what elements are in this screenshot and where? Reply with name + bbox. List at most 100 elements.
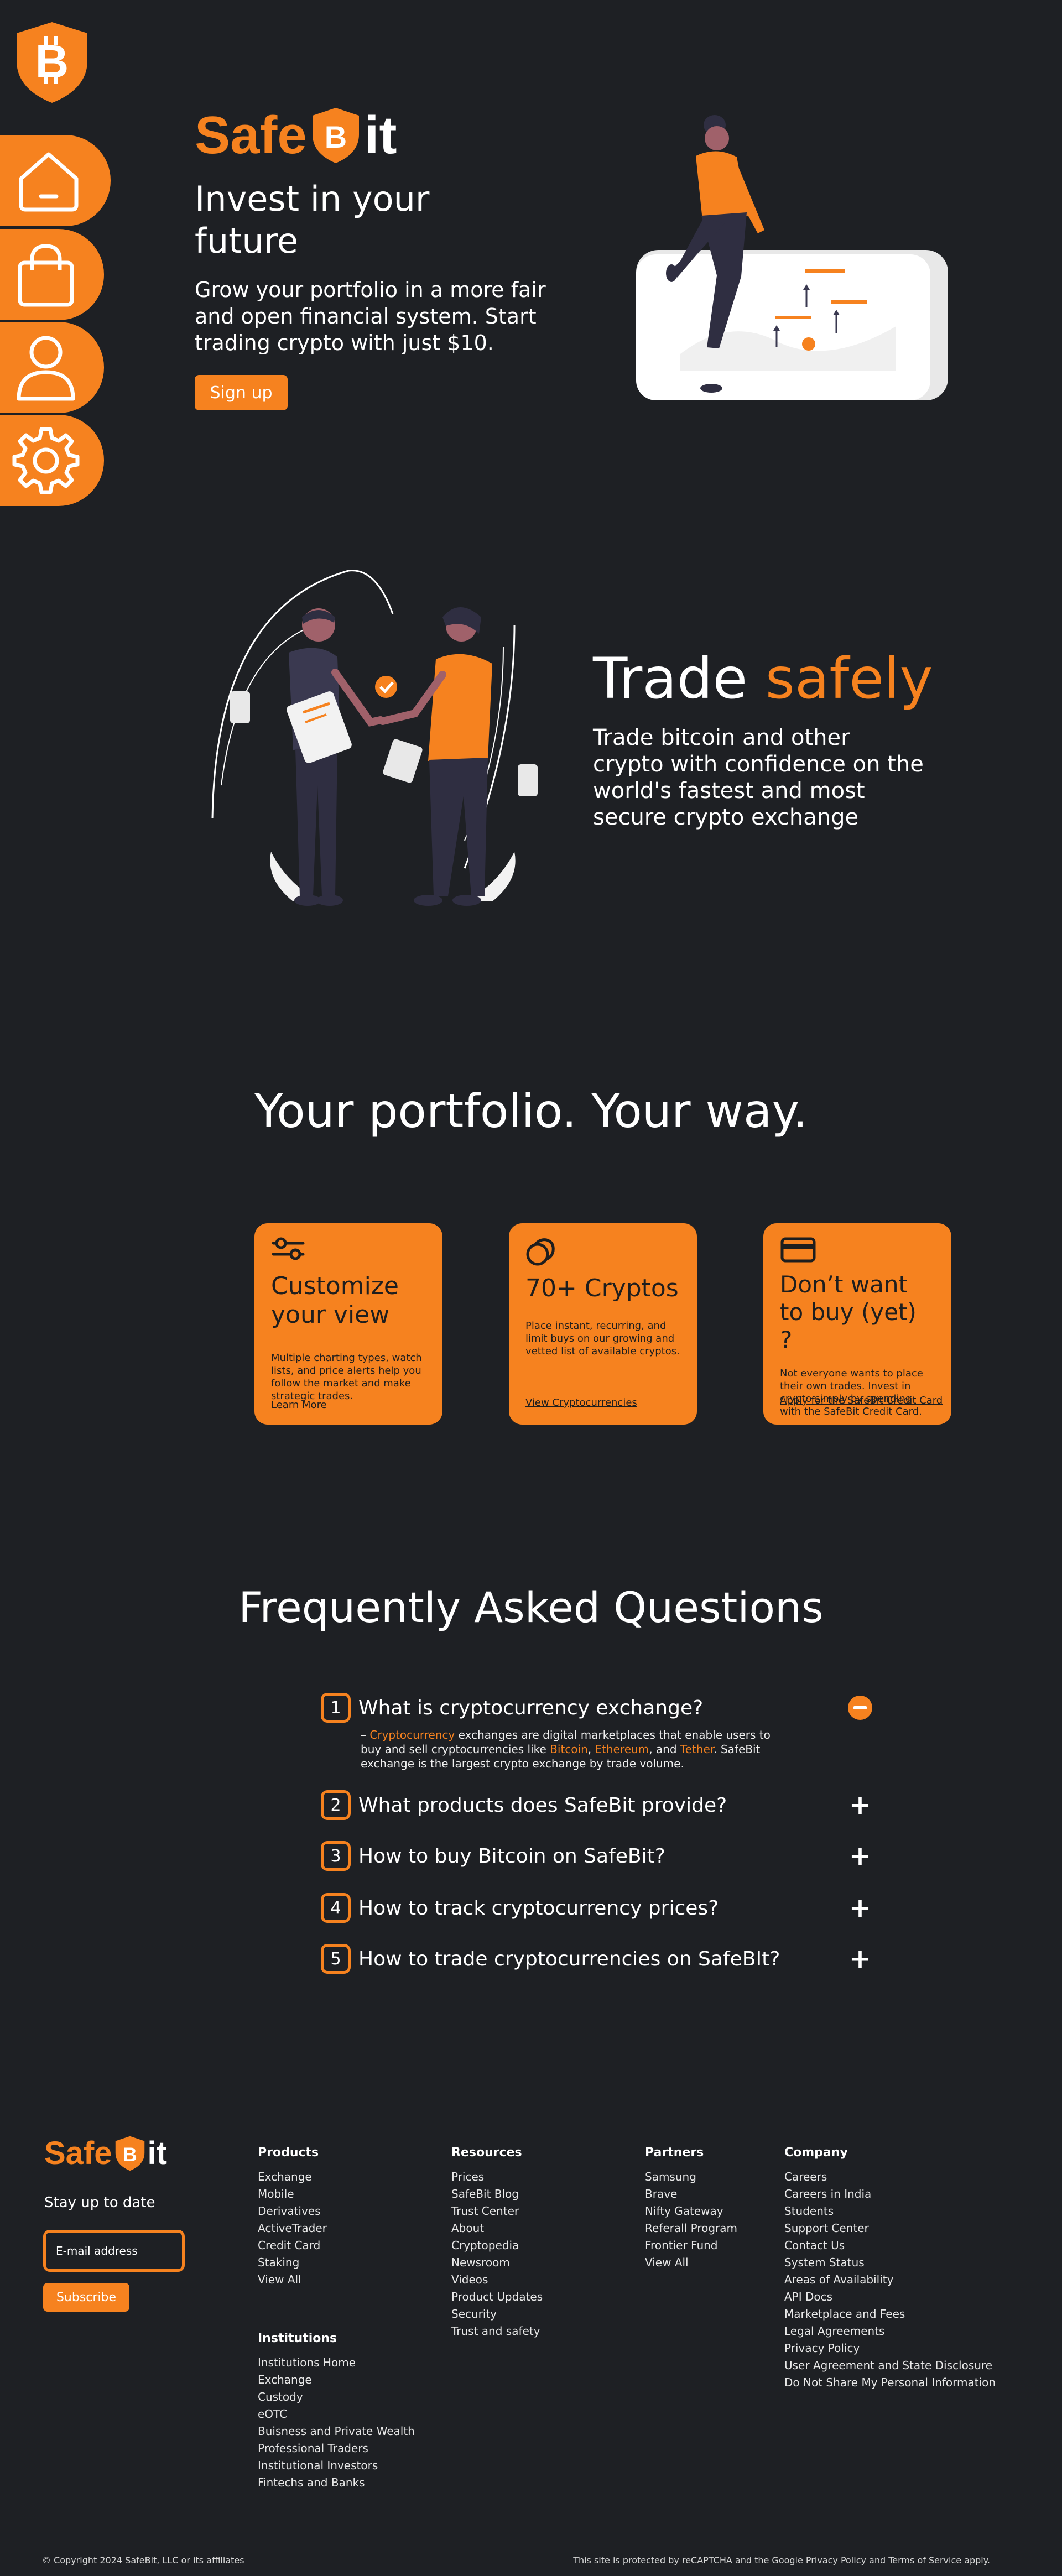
footer-link[interactable]: Institutions Home: [258, 2354, 415, 2371]
portfolio-title: Your portfolio. Your way.: [254, 1084, 808, 1138]
footer-link[interactable]: Product Updates: [451, 2288, 543, 2306]
footer-link[interactable]: Newsroom: [451, 2254, 543, 2271]
footer-link[interactable]: Referall Program: [645, 2220, 737, 2237]
footer-link[interactable]: SafeBit Blog: [451, 2186, 543, 2203]
svg-text:B: B: [35, 35, 69, 87]
footer-link[interactable]: Trust Center: [451, 2203, 543, 2220]
footer-col-title: Company: [784, 2146, 848, 2160]
footer-link[interactable]: Derivatives: [258, 2203, 327, 2220]
footer-link[interactable]: Videos: [451, 2271, 543, 2288]
handshake-illustration: [205, 564, 548, 912]
faq-item[interactable]: 1 What is cryptocurrency exchange?: [321, 1691, 874, 1724]
collapse-icon[interactable]: [846, 1694, 874, 1722]
footer-link[interactable]: Trust and safety: [451, 2323, 543, 2340]
svg-text:B: B: [325, 119, 347, 154]
footer-brand-logo[interactable]: Safe B it: [44, 2135, 167, 2172]
card-title: Customize your view: [271, 1272, 399, 1329]
hero-subtitle: Grow your portfolio in a more fair and o…: [195, 278, 546, 355]
footer-link[interactable]: Frontier Fund: [645, 2237, 737, 2254]
faq-item[interactable]: 3 How to buy Bitcoin on SafeBit? +: [321, 1839, 874, 1873]
footer-link[interactable]: Credit Card: [258, 2237, 327, 2254]
footer-link[interactable]: Areas of Availability: [784, 2271, 996, 2288]
footer-link[interactable]: Exchange: [258, 2371, 415, 2389]
faq-item[interactable]: 5 How to trade cryptocurrencies on SafeB…: [321, 1942, 874, 1975]
faq-question: What products does SafeBit provide?: [358, 1793, 727, 1817]
apply-credit-card-link[interactable]: Apply for the SafeBit Credit Card: [780, 1395, 943, 1406]
footer-link[interactable]: eOTC: [258, 2406, 415, 2423]
home-icon: [19, 152, 79, 211]
footer-link[interactable]: Legal Agreements: [784, 2323, 996, 2340]
nav-shop-tab[interactable]: [0, 229, 104, 320]
faq-number: 4: [321, 1893, 351, 1923]
svg-text:B: B: [123, 2144, 137, 2165]
nav-settings-tab[interactable]: [0, 415, 104, 506]
footer-link[interactable]: Prices: [451, 2168, 543, 2186]
card-title: 70+ Cryptos: [525, 1274, 679, 1302]
footer-link[interactable]: Privacy Policy: [784, 2340, 996, 2357]
footer-link[interactable]: Do Not Share My Personal Information: [784, 2374, 996, 2391]
footer-col-partners: Partners Samsung Brave Nifty Gateway Ref…: [645, 2146, 737, 2271]
card-text: Not everyone wants to place their own tr…: [780, 1368, 923, 1417]
footer-link[interactable]: Buisness and Private Wealth: [258, 2423, 415, 2440]
faq-item[interactable]: 4 How to track cryptocurrency prices? +: [321, 1891, 874, 1925]
faq-answer: – Cryptocurrency exchanges are digital m…: [361, 1728, 781, 1771]
hero-illustration: [620, 105, 962, 409]
footer-link[interactable]: View All: [258, 2271, 327, 2288]
recaptcha-notice: This site is protected by reCAPTCHA and …: [573, 2555, 990, 2565]
answer-link-tether[interactable]: Tether: [680, 1743, 714, 1756]
feature-card-cryptos: 70+ Cryptos Place instant, recurring, an…: [509, 1223, 697, 1425]
footer-link[interactable]: Marketplace and Fees: [784, 2306, 996, 2323]
shopping-bag-icon: [18, 243, 74, 306]
footer-link[interactable]: User Agreement and State Disclosure: [784, 2357, 996, 2374]
trade-subtitle: Trade bitcoin and other crypto with conf…: [593, 725, 924, 830]
footer-link[interactable]: Brave: [645, 2186, 737, 2203]
brand-part1: Safe: [195, 106, 307, 165]
card-text: Place instant, recurring, and limit buys…: [525, 1320, 680, 1357]
learn-more-link[interactable]: Learn More: [271, 1399, 327, 1411]
expand-plus-icon[interactable]: +: [846, 1943, 874, 1974]
expand-plus-icon[interactable]: +: [846, 1840, 874, 1871]
trade-title-word2: safely: [765, 646, 933, 712]
footer-link[interactable]: System Status: [784, 2254, 996, 2271]
footer-link[interactable]: ActiveTrader: [258, 2220, 327, 2237]
footer-link[interactable]: Staking: [258, 2254, 327, 2271]
footer-col-company: Company Careers Careers in India Student…: [784, 2146, 996, 2391]
faq-question: How to track cryptocurrency prices?: [358, 1896, 719, 1920]
footer-link[interactable]: View All: [645, 2254, 737, 2271]
subscribe-button[interactable]: Subscribe: [43, 2283, 129, 2312]
footer-link[interactable]: API Docs: [784, 2288, 996, 2306]
nav-home-tab[interactable]: [0, 135, 111, 226]
faq-number: 2: [321, 1790, 351, 1820]
expand-plus-icon[interactable]: +: [846, 1790, 874, 1821]
footer-link[interactable]: Nifty Gateway: [645, 2203, 737, 2220]
footer-link[interactable]: Fintechs and Banks: [258, 2474, 415, 2491]
nav-profile-tab[interactable]: [0, 322, 104, 413]
footer-link[interactable]: About: [451, 2220, 543, 2237]
answer-link-ethereum[interactable]: Ethereum: [595, 1743, 649, 1756]
faq-number: 1: [321, 1693, 351, 1723]
signup-button[interactable]: Sign up: [195, 375, 288, 410]
footer-link[interactable]: Contact Us: [784, 2237, 996, 2254]
footer-link[interactable]: Security: [451, 2306, 543, 2323]
footer-link[interactable]: Cryptopedia: [451, 2237, 543, 2254]
brand-logo[interactable]: Safe B it: [195, 105, 397, 166]
footer-link[interactable]: Careers: [784, 2168, 996, 2186]
answer-link-cryptocurrency[interactable]: Cryptocurrency: [369, 1728, 455, 1741]
trade-title-word1: Trade: [593, 646, 748, 712]
answer-text: , and: [649, 1743, 680, 1756]
footer-link[interactable]: Students: [784, 2203, 996, 2220]
footer-link[interactable]: Custody: [258, 2389, 415, 2406]
footer-link[interactable]: Samsung: [645, 2168, 737, 2186]
view-cryptocurrencies-link[interactable]: View Cryptocurrencies: [525, 1397, 637, 1409]
footer-link[interactable]: Professional Traders: [258, 2440, 415, 2457]
email-field[interactable]: [43, 2230, 185, 2272]
footer-link[interactable]: Institutional Investors: [258, 2457, 415, 2474]
answer-link-bitcoin[interactable]: Bitcoin: [550, 1743, 588, 1756]
footer-link[interactable]: Careers in India: [784, 2186, 996, 2203]
faq-item[interactable]: 2 What products does SafeBit provide? +: [321, 1788, 874, 1822]
footer-link[interactable]: Exchange: [258, 2168, 327, 2186]
bitcoin-shield-logo-icon[interactable]: B: [10, 20, 94, 104]
expand-plus-icon[interactable]: +: [846, 1892, 874, 1923]
footer-link[interactable]: Support Center: [784, 2220, 996, 2237]
footer-link[interactable]: Mobile: [258, 2186, 327, 2203]
